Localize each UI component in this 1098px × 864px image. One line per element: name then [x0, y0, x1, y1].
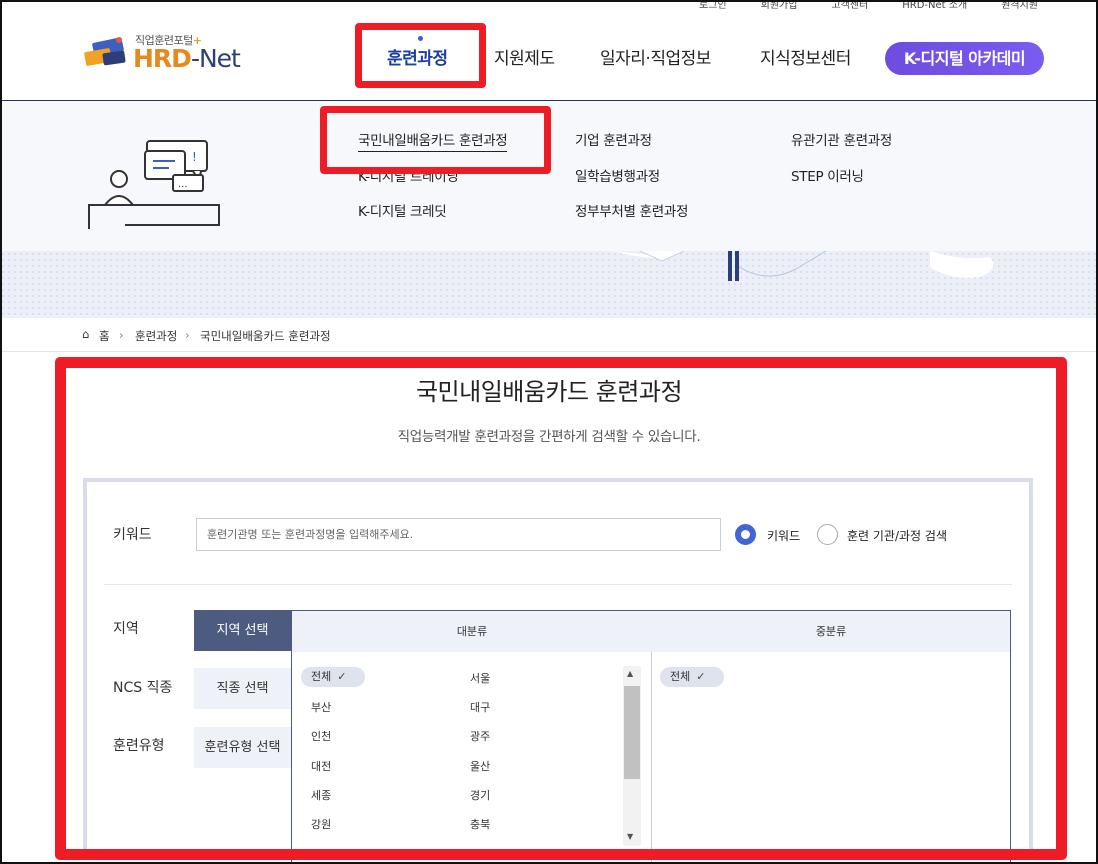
menu-work-study-courses[interactable]: 일학습병행과정: [575, 165, 660, 185]
home-icon[interactable]: ⌂: [82, 327, 89, 341]
breadcrumb-home[interactable]: 홈: [99, 328, 110, 344]
breadcrumb-separator-icon: ›: [119, 328, 124, 342]
menu-k-digital-credit[interactable]: K-디지털 크레딧: [358, 200, 447, 220]
login-link[interactable]: 로그인: [699, 0, 727, 14]
about-link[interactable]: HRD-Net 소개: [902, 0, 967, 14]
remote-support-link[interactable]: 원격지원: [1001, 0, 1038, 14]
menu-company-courses[interactable]: 기업 훈련과정: [575, 129, 652, 149]
menu-related-agency-courses[interactable]: 유관기관 훈련과정: [791, 129, 892, 149]
hrd-net-logo[interactable]: 직업훈련포털+ HRD-Net: [83, 30, 243, 74]
banner-illustration: [612, 251, 994, 281]
k-digital-academy-button[interactable]: K-디지털 아카데미: [885, 42, 1044, 75]
breadcrumb: ⌂ 홈 › 훈련과정 › 국민내일배움카드 훈련과정: [0, 318, 1098, 352]
customer-center-link[interactable]: 고객센터: [831, 0, 868, 14]
nav-highlight-box: [355, 23, 486, 88]
menu-ministry-courses[interactable]: 정부부처별 훈련과정: [575, 200, 688, 220]
breadcrumb-current: 국민내일배움카드 훈련과정: [200, 329, 331, 343]
svg-text:!: !: [192, 150, 197, 164]
svg-text:...: ...: [178, 179, 188, 190]
nav-support-system[interactable]: 지원제도: [494, 44, 555, 69]
menu-highlight-box: [320, 106, 551, 174]
breadcrumb-level1[interactable]: 훈련과정: [135, 328, 177, 344]
site-header: 로그인 회원가입 고객센터 HRD-Net 소개 원격지원 직업훈련포털+ HR…: [0, 0, 1098, 101]
hero-banner: [0, 251, 1098, 318]
breadcrumb-separator-icon: ›: [185, 328, 190, 342]
signup-link[interactable]: 회원가입: [761, 0, 798, 14]
nav-job-info[interactable]: 일자리·직업정보: [600, 44, 711, 69]
nav-knowledge-center[interactable]: 지식정보센터: [760, 44, 851, 69]
utility-links: 로그인 회원가입 고객센터 HRD-Net 소개 원격지원: [665, 0, 1038, 14]
content-highlight-box: [55, 357, 1067, 860]
consultation-illustration-icon: ! ...: [88, 140, 220, 229]
logo-brand: HRD-Net: [133, 44, 241, 73]
menu-step-elearning[interactable]: STEP 이러닝: [791, 165, 864, 185]
logo-mark-icon: [84, 37, 126, 66]
